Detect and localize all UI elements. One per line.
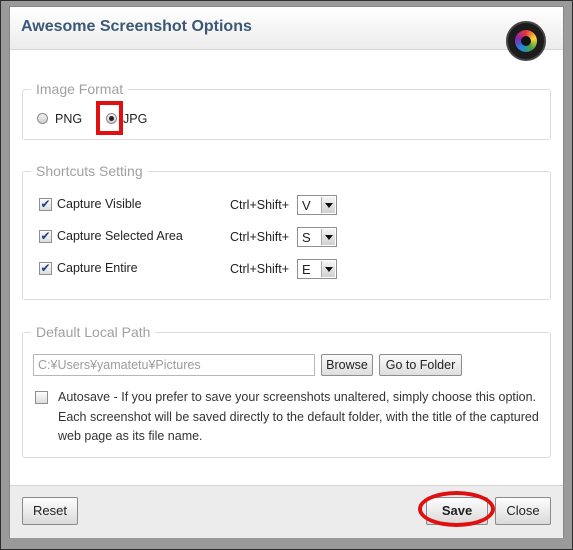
jpg-highlight-box	[96, 101, 123, 135]
local-path-input[interactable]: C:¥Users¥yamatetu¥Pictures	[33, 354, 315, 376]
capture-entire-checkbox[interactable]: ✔	[39, 262, 52, 275]
capture-selected-area-key-value: S	[302, 230, 311, 245]
capture-selected-area-key-select[interactable]: S	[297, 227, 337, 247]
go-to-folder-button[interactable]: Go to Folder	[379, 354, 462, 376]
capture-visible-label: Capture Visible	[57, 197, 142, 211]
capture-visible-prefix: Ctrl+Shift+	[230, 198, 290, 212]
capture-entire-key-value: E	[302, 262, 311, 277]
reset-button[interactable]: Reset	[22, 497, 78, 525]
dialog-title: Awesome Screenshot Options	[21, 18, 252, 35]
chevron-down-icon	[321, 261, 335, 277]
capture-entire-key-select[interactable]: E	[297, 259, 337, 279]
chevron-down-icon	[321, 197, 335, 213]
capture-entire-prefix: Ctrl+Shift+	[230, 262, 290, 276]
browse-button[interactable]: Browse	[321, 354, 373, 376]
capture-visible-checkbox[interactable]: ✔	[39, 198, 52, 211]
close-button[interactable]: Close	[495, 497, 551, 525]
autosave-description: Autosave - If you prefer to save your sc…	[58, 390, 539, 443]
options-dialog: Awesome Screenshot Options Image Format …	[9, 6, 564, 538]
capture-visible-key-value: V	[302, 198, 311, 213]
image-format-legend: Image Format	[36, 81, 124, 97]
capture-selected-area-checkbox[interactable]: ✔	[39, 230, 52, 243]
camera-lens-icon	[506, 21, 546, 61]
chevron-down-icon	[321, 229, 335, 245]
png-radio[interactable]	[37, 113, 48, 124]
jpg-label: JPG	[123, 112, 148, 126]
capture-visible-key-select[interactable]: V	[297, 195, 337, 215]
shortcuts-legend: Shortcuts Setting	[36, 163, 143, 179]
local-path-legend: Default Local Path	[36, 324, 151, 340]
capture-entire-label: Capture Entire	[57, 261, 138, 275]
png-label: PNG	[55, 112, 83, 126]
title-bar: Awesome Screenshot Options	[10, 7, 563, 50]
save-highlight-circle	[418, 491, 495, 527]
capture-selected-area-label: Capture Selected Area	[57, 229, 183, 243]
autosave-checkbox[interactable]	[35, 391, 48, 404]
capture-selected-area-prefix: Ctrl+Shift+	[230, 230, 290, 244]
